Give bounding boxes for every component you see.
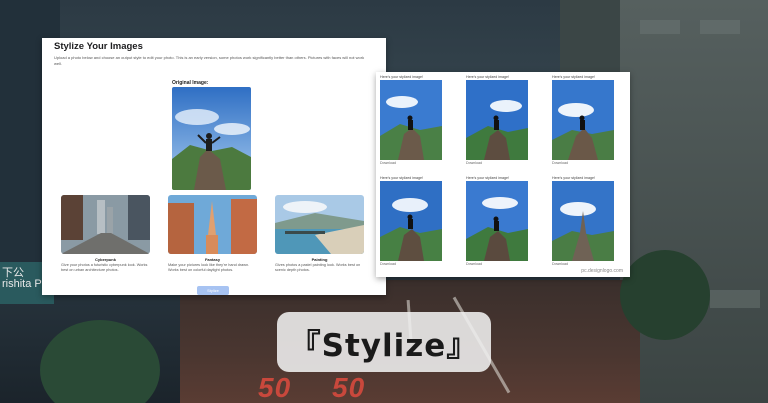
style-desc-painting: Gives photos a pastel painting look. Wor… [275, 263, 361, 272]
road-marking-number: 50 [258, 372, 292, 403]
original-image-label: Original Image: [172, 80, 209, 86]
page-description: Upload a photo below and choose an outpu… [54, 55, 365, 66]
style-option-painting[interactable] [275, 195, 364, 254]
building-window [640, 20, 680, 34]
download-link[interactable]: Download [552, 160, 614, 167]
style-desc-cyberpunk: Give your photos a futuristic cyberpunk … [61, 263, 148, 272]
download-link[interactable]: Download [466, 160, 528, 167]
result-image [466, 181, 528, 261]
download-link[interactable]: Download [380, 261, 442, 268]
style-option-cyberpunk[interactable] [61, 195, 150, 254]
result-item: Here's your stylized image! Download [466, 175, 528, 268]
building-right [620, 0, 768, 403]
mountain-photo [172, 87, 251, 190]
style-name-cyberpunk: Cyberpunk [95, 257, 116, 262]
style-option-fantasy[interactable] [168, 195, 257, 254]
download-link[interactable]: Download [380, 160, 442, 167]
style-name-fantasy: Fantasy [204, 257, 221, 262]
style-name-painting: Painting [311, 257, 328, 262]
style-desc-fantasy: Make your pictures look like they're han… [168, 263, 250, 272]
painting-preview-image [275, 195, 364, 254]
page-title: Stylize Your Images [54, 41, 143, 52]
download-link[interactable]: Download [552, 261, 614, 268]
result-item: Here's your stylized image! Download [380, 74, 442, 167]
original-image [172, 87, 251, 190]
result-item: Here's your stylized image! Download [380, 175, 442, 268]
result-image [380, 181, 442, 261]
stylize-button[interactable]: Stylize [197, 286, 229, 295]
building-window [710, 290, 760, 308]
result-image [466, 80, 528, 160]
watermark: pc.designlogo.com [581, 268, 623, 274]
result-image [552, 181, 614, 261]
building-window [700, 20, 740, 34]
result-item: Here's your stylized image! Download [552, 74, 614, 167]
result-item: Here's your stylized image! Download [552, 175, 614, 268]
fantasy-preview-image [168, 195, 257, 254]
results-page-screenshot: Here's your stylized image! Download Her… [376, 72, 630, 277]
result-image [552, 80, 614, 160]
caption-title: 『Stylize』 [277, 312, 491, 372]
cyberpunk-preview-image [61, 195, 150, 254]
result-image [380, 80, 442, 160]
road-marking-number: 50 [332, 372, 366, 403]
result-item: Here's your stylized image! Download [466, 74, 528, 167]
download-link[interactable]: Download [466, 261, 528, 268]
stylize-page-screenshot: Stylize Your Images Upload a photo below… [42, 38, 386, 295]
tree [620, 250, 710, 340]
